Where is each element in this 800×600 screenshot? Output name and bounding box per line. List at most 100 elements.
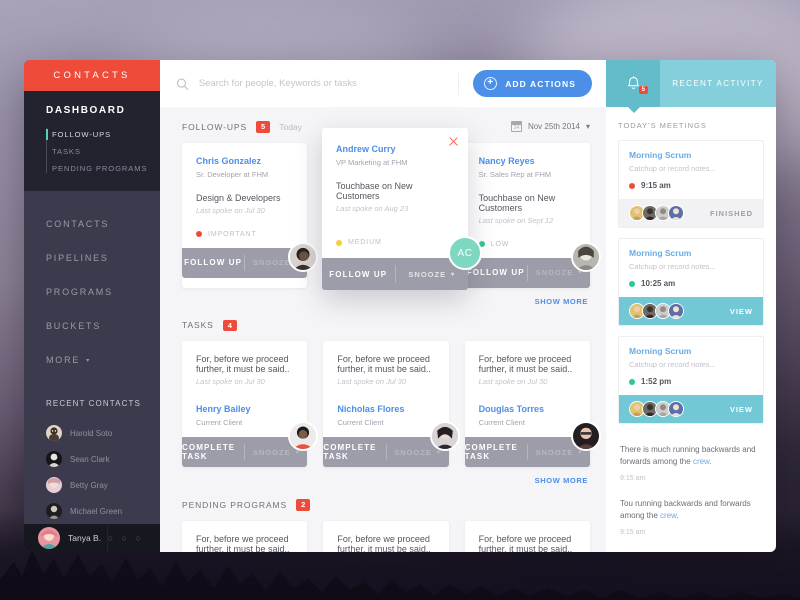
search-bar[interactable] <box>176 77 445 91</box>
avatar <box>668 205 684 221</box>
contact-role: Current Client <box>337 418 384 427</box>
contact-name[interactable]: Douglas Torres <box>479 404 576 414</box>
meeting-card[interactable]: Morning Scrum Catchup or record notes...… <box>618 336 764 424</box>
follow-ups-show-more[interactable]: SHOW MORE <box>160 288 606 306</box>
complete-task-button[interactable]: COMPLETE TASK <box>465 437 527 467</box>
pending-program-card[interactable]: For, before we proceed further, it must … <box>323 520 449 552</box>
close-icon[interactable] <box>448 136 459 147</box>
card-body: Andrew Curry VP Marketing at FHM Touchba… <box>322 128 468 258</box>
pending-program-card[interactable]: For, before we proceed further, it must … <box>464 520 590 552</box>
priority-label: LOW <box>490 240 510 248</box>
tab-recent-activity[interactable]: RECENT ACTIVITY <box>660 60 776 107</box>
sidebar-nav: CONTACTS PIPELINES PROGRAMS BUCKETS MORE… <box>24 191 160 377</box>
add-actions-button[interactable]: + ADD ACTIONS <box>473 70 592 97</box>
main-content: + ADD ACTIONS FOLLOW-UPS 5 Today 24 Nov … <box>160 60 606 552</box>
sidebar-item-label: PIPELINES <box>46 253 109 264</box>
follow-up-card[interactable]: Chris Gonzalez Sr. Developer at FHM Desi… <box>182 142 319 288</box>
meeting-title[interactable]: Morning Scrum <box>629 150 753 160</box>
complete-task-button[interactable]: COMPLETE TASK <box>323 437 385 467</box>
sidebar-sub-list: FOLLOW-UPS TASKS PENDING PROGRAMS <box>24 126 160 177</box>
sidebar-item-follow-ups[interactable]: FOLLOW-UPS <box>46 126 160 143</box>
sidebar-item-pending-programs[interactable]: PENDING PROGRAMS <box>52 160 160 177</box>
sidebar-dashboard-section: DASHBOARD FOLLOW-UPS TASKS PENDING PROGR… <box>24 91 160 192</box>
priority: MEDIUM <box>336 239 454 246</box>
contact-name[interactable]: Chris Gonzalez <box>196 156 293 166</box>
activity-panel-body[interactable]: TODAY'S MEETINGS Morning Scrum Catchup o… <box>606 107 776 552</box>
list-item[interactable]: Harold Soto <box>24 420 160 446</box>
activity-feed-item: There is much running backwards and forw… <box>618 434 764 496</box>
date-picker[interactable]: 24 Nov 25th 2014 ▾ <box>510 121 590 133</box>
contact-name[interactable]: Nancy Reyes <box>479 156 576 166</box>
sidebar-item-dashboard[interactable]: DASHBOARD <box>24 105 160 126</box>
task-card[interactable]: For, before we proceed further, it must … <box>182 341 319 467</box>
priority: LOW <box>478 240 576 248</box>
task-card[interactable]: For, before we proceed further, it must … <box>464 341 601 467</box>
task-topic: For, before we proceed further, it must … <box>478 354 573 374</box>
meeting-time: 1:52 pm <box>629 377 753 386</box>
meeting-card[interactable]: Morning Scrum Catchup or record notes...… <box>618 140 764 228</box>
feed-link[interactable]: crew <box>693 457 709 466</box>
meeting-card[interactable]: Morning Scrum Catchup or record notes...… <box>618 238 764 326</box>
activity-feed-time: 9:15 am <box>620 529 646 536</box>
current-user-name: Tanya B. <box>68 533 102 544</box>
activity-panel-header: 5 RECENT ACTIVITY <box>606 60 776 113</box>
meeting-view-button[interactable]: VIEW <box>730 405 753 414</box>
list-item[interactable]: Sean Clark <box>24 446 160 472</box>
focused-follow-up-card[interactable]: Andrew Curry VP Marketing at FHM Touchba… <box>322 128 482 290</box>
attendee-avatars <box>629 401 684 417</box>
section-title: TASKS <box>182 320 214 331</box>
overflow-menu-icon[interactable]: ○ ○ ○ <box>108 533 160 543</box>
avatar <box>46 451 62 468</box>
follow-up-card[interactable]: Nancy Reyes Sr. Sales Rep at FHM Touchba… <box>464 142 601 288</box>
card-actions: COMPLETE TASK SNOOZE ▾ <box>323 437 449 467</box>
sidebar-item-programs[interactable]: PROGRAMS <box>24 275 160 309</box>
notifications-button[interactable]: 5 <box>606 60 660 113</box>
sidebar-item-buckets[interactable]: BUCKETS <box>24 309 160 343</box>
list-item[interactable]: Michael Green <box>24 498 160 524</box>
recent-contacts-heading: RECENT CONTACTS <box>46 399 141 409</box>
contact-name[interactable]: Nicholas Flores <box>337 404 434 414</box>
current-user[interactable]: Tanya B. <box>24 527 107 550</box>
meeting-time: 10:25 am <box>629 279 753 288</box>
activity-feed-text: There is much running backwards and forw… <box>620 444 762 468</box>
avatar <box>46 477 62 494</box>
calendar-icon: 24 <box>510 121 522 133</box>
avatar <box>668 401 684 417</box>
chevron-down-icon: ▾ <box>86 357 92 364</box>
app-window: CONTACTS DASHBOARD FOLLOW-UPS TASKS PEND… <box>24 60 776 552</box>
meeting-view-button[interactable]: VIEW <box>730 307 753 316</box>
search-input[interactable] <box>198 78 445 89</box>
card-body: For, before we proceed further, it must … <box>182 341 307 437</box>
meeting-time-label: 10:25 am <box>641 279 676 288</box>
follow-up-button[interactable]: FOLLOW UP <box>182 248 244 278</box>
last-spoke: Last spoke on Jul 30 <box>196 205 265 215</box>
meeting-title[interactable]: Morning Scrum <box>629 248 753 258</box>
feed-link[interactable]: crew <box>660 511 676 520</box>
complete-task-button[interactable]: COMPLETE TASK <box>182 437 244 467</box>
status-dot-icon <box>629 182 635 189</box>
list-item[interactable]: Betty Gray <box>24 472 160 498</box>
divider <box>458 72 460 95</box>
pending-programs-header: PENDING PROGRAMS 2 <box>160 485 606 521</box>
contact-name[interactable]: Andrew Curry <box>336 144 454 154</box>
priority: IMPORTANT <box>196 231 293 238</box>
tasks-show-more[interactable]: SHOW MORE <box>160 467 606 485</box>
card-topic: Touchbase on New Customers <box>478 192 556 213</box>
card-body: Chris Gonzalez Sr. Developer at FHM Desi… <box>182 143 307 248</box>
meeting-time: 9:15 am <box>629 181 753 190</box>
contact-name[interactable]: Henry Bailey <box>196 404 293 414</box>
sidebar-item-contacts[interactable]: CONTACTS <box>24 207 160 241</box>
snooze-label: SNOOZE <box>252 258 291 267</box>
task-card[interactable]: For, before we proceed further, it must … <box>323 341 460 467</box>
sidebar-item-pipelines[interactable]: PIPELINES <box>24 241 160 275</box>
card-topic: Design & Developers <box>196 192 281 203</box>
avatar <box>38 527 60 550</box>
pending-program-card[interactable]: For, before we proceed further, it must … <box>182 520 308 552</box>
follow-up-button[interactable]: FOLLOW UP <box>322 258 395 290</box>
sidebar-item-more[interactable]: MORE ▾ <box>24 343 160 377</box>
sidebar-item-tasks[interactable]: TASKS <box>52 143 160 160</box>
meeting-title[interactable]: Morning Scrum <box>629 346 753 356</box>
last-spoke: Last spoke on Sept 12 <box>478 215 554 225</box>
avatar <box>288 421 319 451</box>
contact-name: Michael Green <box>70 506 123 516</box>
